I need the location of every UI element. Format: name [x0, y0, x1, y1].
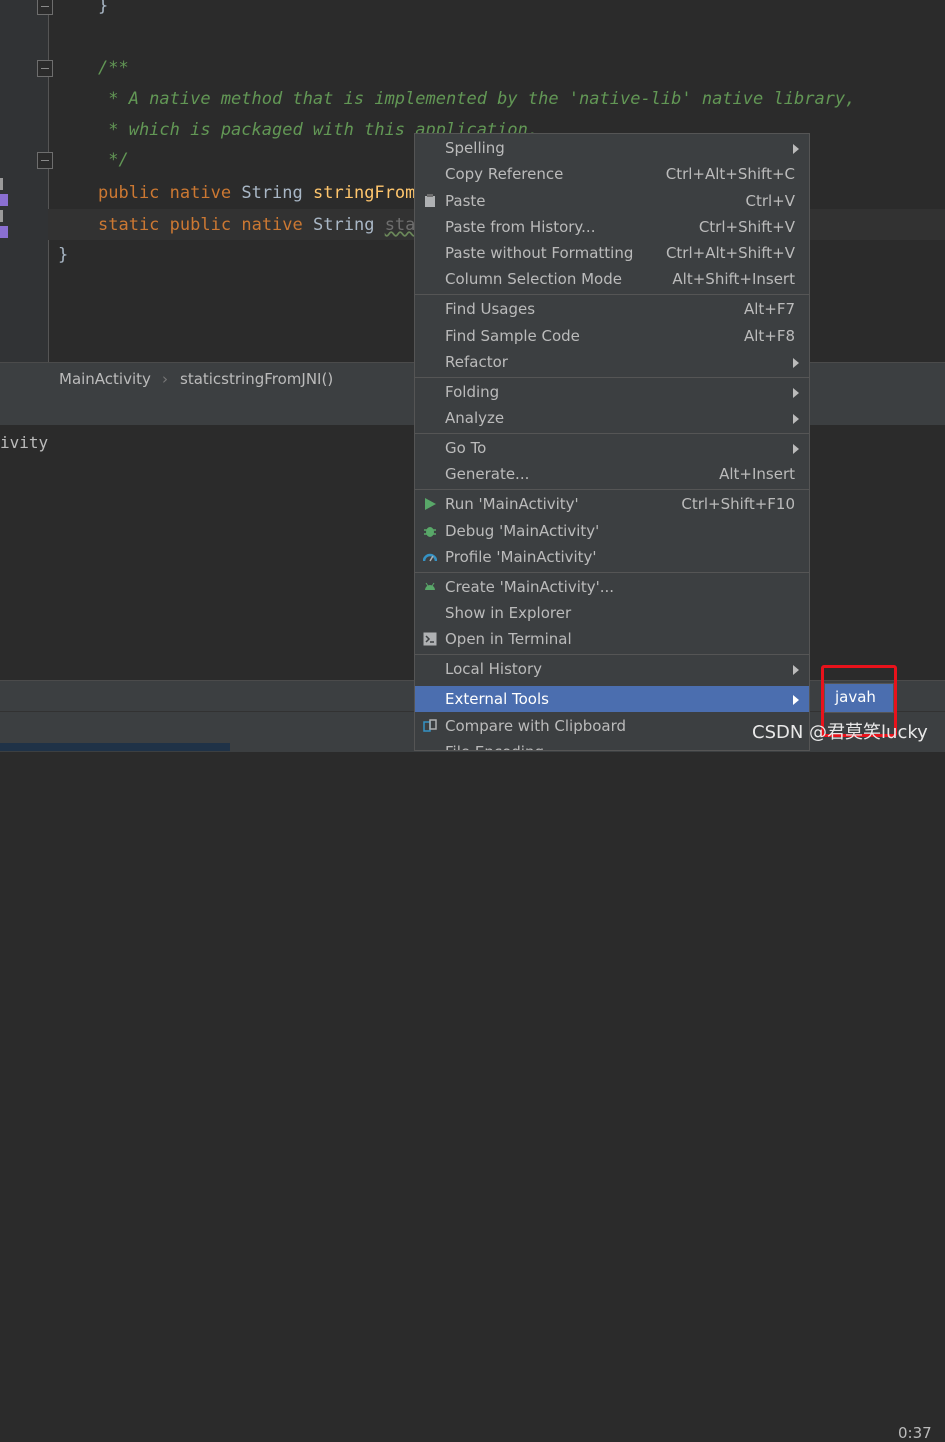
- jni-link-icon[interactable]: [0, 226, 8, 238]
- menu-item-label: Column Selection Mode: [445, 270, 622, 288]
- menu-item-local-history[interactable]: Local History: [415, 656, 809, 682]
- menu-item-shortcut: Alt+Shift+Insert: [672, 270, 795, 288]
- jni-link-icon[interactable]: [0, 194, 8, 206]
- menu-item-label: Paste from History...: [445, 218, 596, 236]
- keyword: static: [98, 215, 160, 235]
- gutter-change-marker: [0, 210, 3, 222]
- comment-open: /**: [98, 58, 129, 78]
- menu-item-spelling[interactable]: Spelling: [415, 135, 809, 161]
- menu-item-column-selection-mode[interactable]: Column Selection Mode Alt+Shift+Insert: [415, 266, 809, 292]
- menu-item-refactor[interactable]: Refactor: [415, 349, 809, 375]
- menu-separator: [415, 654, 809, 655]
- breadcrumb-method[interactable]: staticstringFromJNI(): [180, 370, 333, 388]
- menu-item-shortcut: Alt+F8: [743, 327, 795, 345]
- terminal-icon: [423, 632, 437, 646]
- submenu-arrow-icon: [793, 665, 799, 675]
- menu-item-debug[interactable]: Debug 'MainActivity': [415, 518, 809, 544]
- menu-item-generate[interactable]: Generate... Alt+Insert: [415, 461, 809, 487]
- code-line: }: [98, 0, 109, 16]
- run-icon: [425, 498, 436, 510]
- menu-item-label: Create 'MainActivity'...: [445, 578, 615, 596]
- menu-item-label: Copy Reference: [445, 165, 564, 183]
- debug-icon: [424, 527, 436, 537]
- status-time: 0:37: [898, 1424, 932, 1442]
- type-name: String: [313, 215, 375, 235]
- method-name: stringFromJ: [313, 183, 426, 203]
- menu-item-label: Compare with Clipboard: [445, 717, 627, 735]
- menu-item-file-encoding[interactable]: File Encoding: [415, 739, 809, 750]
- profile-icon: [423, 553, 437, 562]
- menu-item-shortcut: Ctrl+Alt+Shift+C: [665, 165, 795, 183]
- submenu-arrow-icon: [793, 144, 799, 154]
- paste-icon: [425, 194, 435, 207]
- menu-item-copy-reference[interactable]: Copy Reference Ctrl+Alt+Shift+C: [415, 161, 809, 187]
- menu-item-paste[interactable]: Paste Ctrl+V: [415, 188, 809, 214]
- menu-item-shortcut: Alt+F7: [743, 300, 795, 318]
- keyword: native: [241, 215, 303, 235]
- menu-item-shortcut: Ctrl+Shift+F10: [681, 495, 795, 513]
- menu-item-label: Run 'MainActivity': [445, 495, 579, 513]
- submenu-arrow-icon: [793, 444, 799, 454]
- menu-separator: [415, 377, 809, 378]
- menu-separator: [415, 433, 809, 434]
- menu-item-paste-from-history[interactable]: Paste from History... Ctrl+Shift+V: [415, 214, 809, 240]
- menu-item-label: External Tools: [445, 690, 549, 708]
- breadcrumb-class[interactable]: MainActivity: [59, 370, 151, 388]
- submenu-arrow-icon: [793, 695, 799, 705]
- menu-item-find-sample-code[interactable]: Find Sample Code Alt+F8: [415, 323, 809, 349]
- compare-icon: [423, 719, 437, 732]
- keyword: public: [98, 183, 160, 203]
- menu-item-shortcut: Ctrl+V: [745, 192, 795, 210]
- menu-item-label: Show in Explorer: [445, 604, 572, 622]
- menu-item-show-in-explorer[interactable]: Show in Explorer: [415, 600, 809, 626]
- menu-item-shortcut: Ctrl+Alt+Shift+V: [665, 244, 795, 262]
- menu-item-profile[interactable]: Profile 'MainActivity': [415, 544, 809, 570]
- menu-item-label: Paste: [445, 192, 486, 210]
- menu-separator: [415, 572, 809, 573]
- menu-item-label: Spelling: [445, 139, 505, 157]
- menu-item-go-to[interactable]: Go To: [415, 435, 809, 461]
- menu-separator: [415, 489, 809, 490]
- menu-item-label: Debug 'MainActivity': [445, 522, 600, 540]
- android-icon: [425, 582, 435, 590]
- menu-item-open-in-terminal[interactable]: Open in Terminal: [415, 626, 809, 652]
- context-menu: Spelling Copy Reference Ctrl+Alt+Shift+C …: [414, 133, 810, 751]
- type-name: String: [241, 183, 303, 203]
- menu-item-folding[interactable]: Folding: [415, 379, 809, 405]
- menu-item-shortcut: Alt+Insert: [719, 465, 795, 483]
- menu-item-label: Analyze: [445, 409, 505, 427]
- comment-line: * A native method that is implemented by…: [98, 89, 856, 109]
- menu-item-label: Folding: [445, 383, 500, 401]
- taskbar-fragment: [0, 743, 230, 751]
- menu-item-label: Go To: [445, 439, 487, 457]
- submenu-arrow-icon: [793, 388, 799, 398]
- menu-item-find-usages[interactable]: Find Usages Alt+F7: [415, 296, 809, 322]
- menu-item-label: Find Sample Code: [445, 327, 580, 345]
- breadcrumb-separator-icon: ›: [162, 370, 168, 388]
- menu-item-label: Refactor: [445, 353, 508, 371]
- menu-item-shortcut: Ctrl+Shift+V: [698, 218, 795, 236]
- gutter-change-marker: [0, 178, 3, 190]
- keyword: public: [169, 215, 232, 235]
- menu-item-create-configuration[interactable]: Create 'MainActivity'...: [415, 574, 809, 600]
- menu-item-label: Find Usages: [445, 300, 536, 318]
- menu-separator: [415, 294, 809, 295]
- menu-item-label: Profile 'MainActivity': [445, 548, 597, 566]
- keyword: native: [169, 183, 232, 203]
- menu-item-compare-with-clipboard[interactable]: Compare with Clipboard: [415, 713, 809, 739]
- submenu-arrow-icon: [793, 414, 799, 424]
- menu-item-label: Local History: [445, 660, 543, 678]
- editor-gutter: [0, 0, 53, 362]
- submenu-arrow-icon: [793, 358, 799, 368]
- menu-item-label: Open in Terminal: [445, 630, 572, 648]
- menu-item-analyze[interactable]: Analyze: [415, 405, 809, 431]
- menu-item-paste-without-formatting[interactable]: Paste without Formatting Ctrl+Alt+Shift+V: [415, 240, 809, 266]
- menu-item-run[interactable]: Run 'MainActivity' Ctrl+Shift+F10: [415, 491, 809, 517]
- menu-item-external-tools[interactable]: External Tools: [415, 686, 809, 712]
- menu-item-label: Generate...: [445, 465, 530, 483]
- menu-item-label: File Encoding: [445, 743, 544, 750]
- menu-item-label: Paste without Formatting: [445, 244, 634, 262]
- console-text: ivity: [0, 433, 49, 452]
- watermark: CSDN @君莫笑lucky: [752, 722, 928, 743]
